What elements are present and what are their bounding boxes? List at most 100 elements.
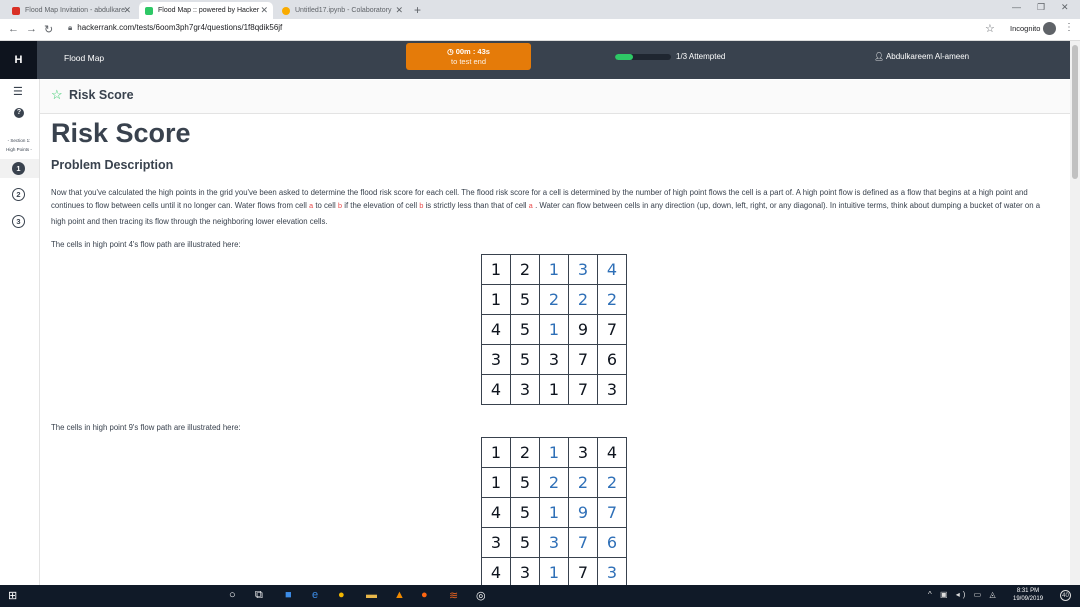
progress-fill: [615, 54, 634, 60]
grid-cell: 9: [568, 314, 598, 345]
grid-cell-highlighted: 2: [539, 467, 569, 498]
browser-tab[interactable]: Flood Map Invitation - abdulkare ✕: [6, 2, 136, 19]
description-text: to cell: [315, 201, 336, 211]
grid-cell: 2: [510, 437, 540, 468]
grid-cell-highlighted: 1: [539, 314, 569, 345]
help-icon[interactable]: ?: [14, 108, 24, 118]
reload-icon[interactable]: ↻: [44, 23, 53, 36]
grid-cell-highlighted: 7: [597, 497, 627, 528]
tab-title: Flood Map :: powered by Hacker: [158, 7, 260, 14]
grid-cell: 3: [481, 527, 511, 558]
grid-cell: 4: [597, 437, 627, 468]
grid-row: 45197: [481, 497, 627, 528]
page-title: Risk Score: [51, 118, 191, 148]
task-view-icon[interactable]: ⧉: [255, 589, 263, 602]
address-bar: ← → ↻ 🔒︎ hackerrank.com/tests/6oom3ph7gr4…: [0, 19, 1080, 41]
problem-description: Now that you've calculated the high poin…: [51, 186, 1046, 228]
grid-cell: 3: [481, 344, 511, 375]
grid-cell: 5: [510, 314, 540, 345]
tab-title: Flood Map Invitation - abdulkare: [25, 7, 125, 14]
edge-icon[interactable]: e: [312, 589, 318, 601]
grid-cell: 2: [510, 254, 540, 285]
chrome-icon[interactable]: ●: [338, 589, 345, 601]
colab-icon: [282, 6, 290, 15]
section-heading: Problem Description: [51, 158, 174, 172]
page-scrollbar[interactable]: [1070, 41, 1080, 585]
question-1-button[interactable]: 1: [12, 162, 25, 175]
file-explorer-icon[interactable]: ■: [285, 589, 292, 601]
grid-row: 12134: [481, 254, 627, 285]
clock-time: 8:31 PM: [1016, 588, 1040, 594]
favorite-star-icon[interactable]: ☆: [51, 87, 63, 103]
clock-date: 19/09/2019: [1013, 596, 1044, 602]
question-rail: ☰ ? - Section 1: High Points - 1 2 3: [0, 79, 40, 585]
scrollbar-thumb[interactable]: [1072, 45, 1078, 179]
new-tab-button[interactable]: +: [414, 3, 421, 17]
timer-caption: to test end: [450, 57, 487, 66]
grid-cell: 4: [481, 497, 511, 528]
folder-icon[interactable]: ▬: [366, 589, 377, 601]
grid-cell: 1: [539, 374, 569, 405]
system-tray-icons[interactable]: ^ ▣ ◂) ▭ ◬: [928, 590, 999, 599]
windows-start-icon[interactable]: ⊞: [8, 589, 17, 602]
grid-cell-highlighted: 7: [568, 527, 598, 558]
question-2-button[interactable]: 2: [12, 188, 25, 201]
close-tab-icon[interactable]: ✕: [123, 5, 131, 16]
taskbar-clock[interactable]: 8:31 PM 19/09/2019: [1013, 587, 1043, 603]
close-tab-icon[interactable]: ✕: [395, 5, 403, 16]
close-tab-icon[interactable]: ✕: [260, 5, 268, 16]
grid-row: 12134: [481, 437, 627, 468]
vlc-icon[interactable]: ▲: [394, 589, 405, 601]
lock-icon: 🔒︎: [68, 23, 73, 32]
forward-icon[interactable]: →: [26, 23, 37, 35]
app-icon[interactable]: ◎: [476, 589, 486, 602]
grid-cell-highlighted: 2: [568, 284, 598, 315]
restore-icon[interactable]: ❐: [1037, 2, 1045, 13]
sublime-icon[interactable]: ≋: [449, 589, 458, 602]
url-field[interactable]: 🔒︎ hackerrank.com/tests/6oom3ph7gr4/quest…: [68, 23, 282, 33]
grid-cell: 3: [568, 437, 598, 468]
grid-cell: 1: [481, 467, 511, 498]
grid-cell-highlighted: 2: [597, 284, 627, 315]
timer-value: 00m : 43s: [455, 47, 490, 56]
close-window-icon[interactable]: ✕: [1061, 2, 1069, 13]
menu-icon[interactable]: ☰: [13, 85, 23, 98]
windows-taskbar: ⊞ ○ ⧉ ■ e ● ▬ ▲ ● ≋ ◎ ^ ▣ ◂) ▭ ◬ 8:31 PM…: [0, 585, 1080, 607]
bookmark-star-icon[interactable]: ☆: [985, 22, 995, 35]
section-label-line: High Points -: [6, 147, 32, 152]
grid-cell-highlighted: 3: [597, 557, 627, 588]
description-text: is strictly less than that of cell: [425, 201, 527, 211]
test-timer: ◷ 00m : 43s to test end: [406, 43, 531, 70]
grid-cell: 7: [568, 344, 598, 375]
grid-cell-highlighted: 1: [539, 557, 569, 588]
minimize-icon[interactable]: —: [1012, 2, 1021, 12]
description-text: if the elevation of cell: [344, 201, 418, 211]
grid-cell-highlighted: 1: [539, 254, 569, 285]
elevation-grid-2: 1213415222451973537643173: [481, 437, 627, 588]
question-3-button[interactable]: 3: [12, 215, 25, 228]
grid-cell-highlighted: 2: [568, 467, 598, 498]
incognito-label: Incognito: [1010, 24, 1041, 33]
grid-cell-highlighted: 1: [539, 497, 569, 528]
browser-tab[interactable]: Untitled17.ipynb - Colaboratory ✕: [276, 2, 408, 19]
back-icon[interactable]: ←: [8, 23, 19, 35]
grid-cell: 3: [539, 344, 569, 375]
problem-name: Flood Map: [64, 53, 105, 63]
search-icon[interactable]: ○: [229, 589, 236, 601]
grid-row: 43173: [481, 557, 627, 588]
grid-cell: 4: [481, 557, 511, 588]
grid-cell: 1: [481, 284, 511, 315]
firefox-icon[interactable]: ●: [421, 589, 428, 601]
grid-cell: 3: [510, 557, 540, 588]
browser-tab-active[interactable]: Flood Map :: powered by Hacker ✕: [139, 2, 273, 19]
section-label-line: - Section 1:: [7, 138, 31, 143]
notifications-icon[interactable]: 40: [1060, 590, 1071, 601]
grid-cell: 7: [568, 374, 598, 405]
incognito-icon[interactable]: [1043, 22, 1056, 35]
user-menu[interactable]: 👤︎ Abdulkareem Al-ameen: [874, 52, 969, 61]
grid-row: 35376: [481, 527, 627, 558]
hackerrank-logo[interactable]: H: [0, 41, 37, 79]
browser-menu-icon[interactable]: ⋮: [1064, 22, 1074, 33]
inline-code: b: [337, 203, 343, 212]
grid-cell: 4: [481, 314, 511, 345]
